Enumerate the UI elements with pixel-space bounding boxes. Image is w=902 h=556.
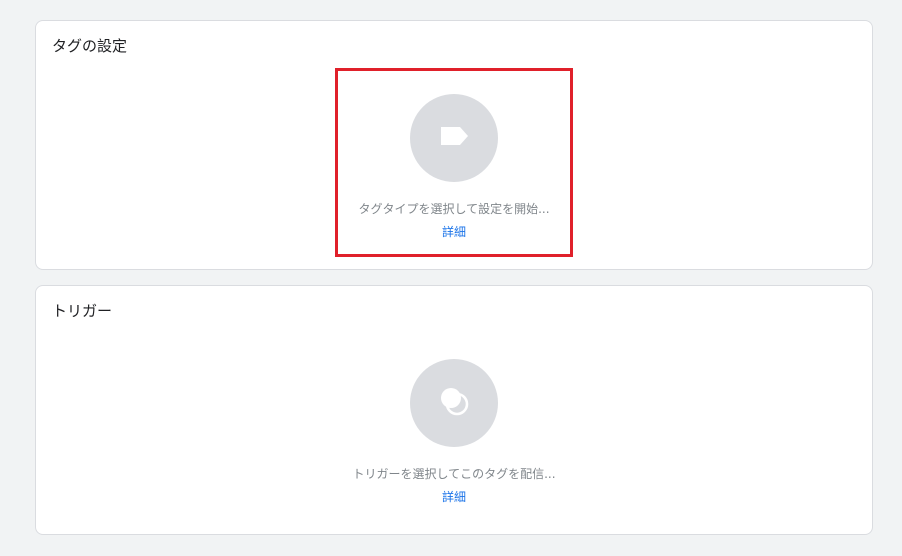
trigger-icon — [434, 381, 474, 425]
tag-configuration-card: タグの設定 タグタイプを選択して設定を開始... 詳細 — [35, 20, 873, 270]
tag-learn-more-link[interactable]: 詳細 — [442, 223, 466, 240]
tag-type-select-button[interactable] — [410, 94, 498, 182]
trigger-prompt[interactable]: トリガーを選択してこのタグを配信... — [352, 465, 555, 482]
tag-icon — [434, 116, 474, 160]
trigger-select-button[interactable] — [410, 359, 498, 447]
tag-type-prompt[interactable]: タグタイプを選択して設定を開始... — [358, 200, 549, 217]
trigger-card: トリガー トリガーを選択してこのタグを配信... 詳細 — [35, 285, 873, 535]
trigger-title: トリガー — [52, 302, 113, 320]
trigger-picker: トリガーを選択してこのタグを配信... 詳細 — [36, 359, 872, 505]
trigger-learn-more-link[interactable]: 詳細 — [442, 488, 466, 505]
tag-configuration-title: タグの設定 — [52, 37, 128, 55]
tag-type-picker: タグタイプを選択して設定を開始... 詳細 — [36, 94, 872, 240]
